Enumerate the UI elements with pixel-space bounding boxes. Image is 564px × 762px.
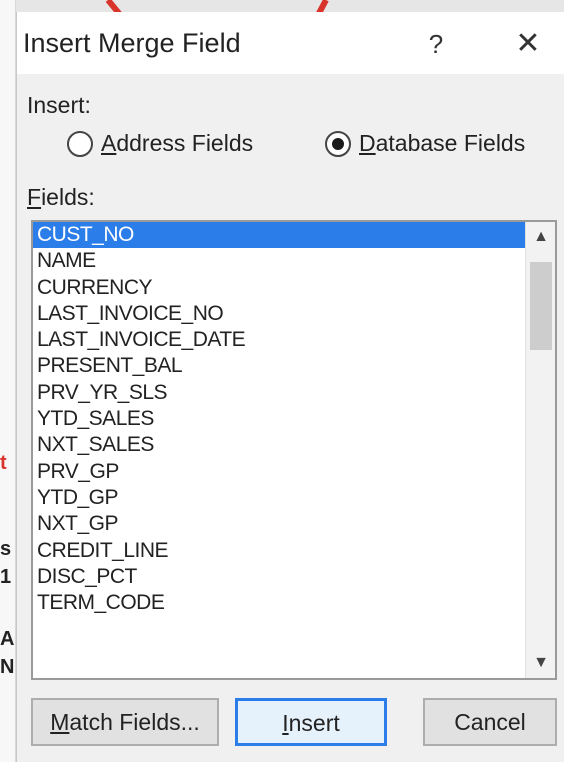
insert-button[interactable]: Insert xyxy=(235,698,387,746)
address-fields-radio[interactable]: Address Fields xyxy=(67,130,253,157)
field-list-item[interactable]: PRESENT_BAL xyxy=(33,353,525,379)
field-list-item[interactable]: LAST_INVOICE_DATE xyxy=(33,327,525,353)
field-list-item[interactable]: YTD_GP xyxy=(33,485,525,511)
match-fields-button[interactable]: Match Fields... xyxy=(31,698,219,746)
database-fields-label: Database Fields xyxy=(359,130,526,156)
cancel-button[interactable]: Cancel xyxy=(423,698,557,746)
document-edge: t s 1 A N xyxy=(0,0,16,762)
field-list-item[interactable]: TERM_CODE xyxy=(33,590,525,616)
field-list-item[interactable]: YTD_SALES xyxy=(33,406,525,432)
document-top-strip xyxy=(16,0,564,40)
insert-merge-field-dialog: Insert Merge Field ? ✕ Insert: Address F… xyxy=(16,12,564,762)
field-list-item[interactable]: NXT_SALES xyxy=(33,432,525,458)
field-list-item[interactable]: NAME xyxy=(33,248,525,274)
field-list-item[interactable]: CUST_NO xyxy=(33,222,525,249)
dialog-titlebar: Insert Merge Field ? ✕ xyxy=(17,12,564,74)
help-button[interactable]: ? xyxy=(412,24,460,64)
field-list-item[interactable]: CREDIT_LINE xyxy=(33,538,525,564)
fields-list: CUST_NO NAME CURRENCY LAST_INVOICE_NO LAST_I… xyxy=(33,222,525,678)
insert-group-label: Insert: xyxy=(27,92,91,118)
close-button[interactable]: ✕ xyxy=(501,24,555,64)
scroll-thumb[interactable] xyxy=(530,262,552,350)
fields-scrollbar[interactable]: ▲ ▼ xyxy=(525,222,555,678)
doc-fragment: s xyxy=(0,538,12,560)
field-list-item[interactable]: DISC_PCT xyxy=(33,564,525,590)
address-fields-label: Address Fields xyxy=(101,130,254,156)
field-list-item[interactable]: LAST_INVOICE_NO xyxy=(33,301,525,327)
doc-fragment: t xyxy=(0,452,7,474)
dialog-title: Insert Merge Field xyxy=(23,28,241,58)
scroll-up-icon[interactable]: ▲ xyxy=(526,222,555,252)
database-fields-radio[interactable]: Database Fields xyxy=(325,130,525,157)
radio-unchecked-icon xyxy=(67,130,93,157)
doc-fragment: A xyxy=(0,628,15,650)
doc-fragment: 1 xyxy=(0,566,12,588)
fields-listbox[interactable]: CUST_NO NAME CURRENCY LAST_INVOICE_NO LAST_I… xyxy=(31,220,557,680)
field-list-item[interactable]: NXT_GP xyxy=(33,511,525,537)
fields-label: Fields: xyxy=(27,184,95,210)
doc-fragment: N xyxy=(0,656,15,678)
scroll-down-icon[interactable]: ▼ xyxy=(526,648,555,678)
radio-checked-icon xyxy=(325,130,351,157)
field-list-item[interactable]: CURRENCY xyxy=(33,275,525,301)
field-list-item[interactable]: PRV_GP xyxy=(33,459,525,485)
field-list-item[interactable]: PRV_YR_SLS xyxy=(33,380,525,406)
